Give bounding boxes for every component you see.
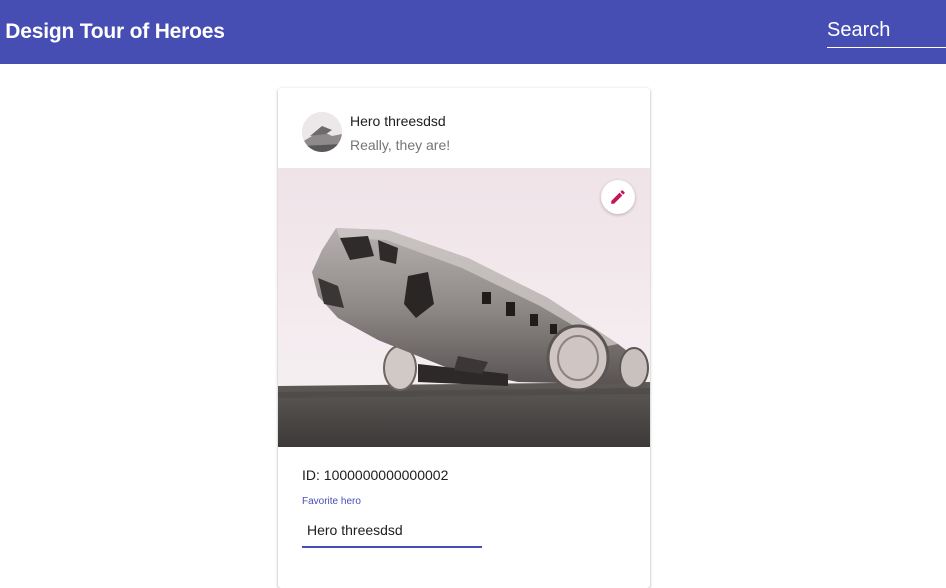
- edit-icon: [611, 190, 625, 204]
- hero-image: [278, 168, 650, 447]
- favorite-hero-field[interactable]: [302, 514, 482, 548]
- edit-button[interactable]: [601, 180, 635, 214]
- hero-card-subtitle: Really, they are!: [350, 137, 451, 153]
- favorite-hero-input[interactable]: [302, 514, 482, 546]
- hero-avatar: [302, 112, 342, 152]
- hero-id: ID: 1000000000000002: [302, 467, 449, 483]
- app-title: l Design Tour of Heroes: [0, 20, 225, 43]
- app-toolbar: l Design Tour of Heroes: [0, 0, 946, 64]
- hero-card: Hero threesdsd Really, they are! ID: 100…: [278, 88, 650, 588]
- search-field[interactable]: [827, 14, 946, 48]
- search-input[interactable]: [827, 14, 946, 47]
- hero-card-title: Hero threesdsd: [350, 113, 446, 129]
- favorite-hero-label: Favorite hero: [302, 496, 361, 507]
